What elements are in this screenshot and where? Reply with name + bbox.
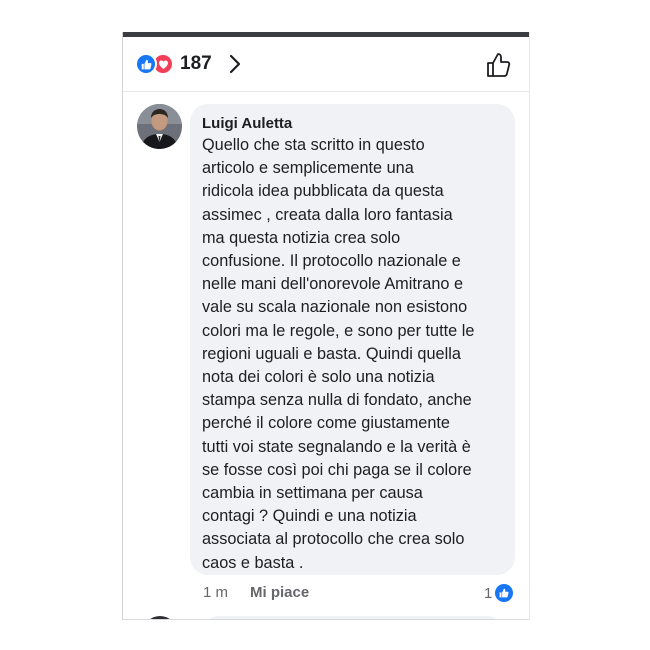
chevron-right-icon[interactable] <box>224 53 246 75</box>
comment-reactions[interactable]: 1 <box>484 584 514 602</box>
bottom-divider <box>123 619 529 620</box>
reactions-summary[interactable]: 187 <box>135 53 246 75</box>
like-icon <box>135 53 157 75</box>
reactions-header: 187 <box>123 37 529 92</box>
comment-bubble[interactable]: Luigi Auletta Quello che sta scritto in … <box>190 104 515 575</box>
comment-author[interactable]: Luigi Auletta <box>202 115 292 132</box>
author-avatar[interactable] <box>137 104 182 149</box>
thumbs-up-outline-icon <box>487 53 511 77</box>
like-page-button[interactable] <box>485 51 513 79</box>
like-comment-button[interactable]: Mi piace <box>250 584 309 601</box>
comment-screen: 187 Luigi Auletta Quello che sta scritto… <box>122 32 530 620</box>
comment-time[interactable]: 1 m <box>203 584 228 601</box>
comment-meta: 1 m Mi piace <box>203 584 309 601</box>
comment-text: Quello che sta scritto in questo articol… <box>202 136 475 572</box>
reaction-count: 187 <box>180 53 212 74</box>
comment-like-count: 1 <box>484 584 493 602</box>
like-icon <box>495 584 514 602</box>
